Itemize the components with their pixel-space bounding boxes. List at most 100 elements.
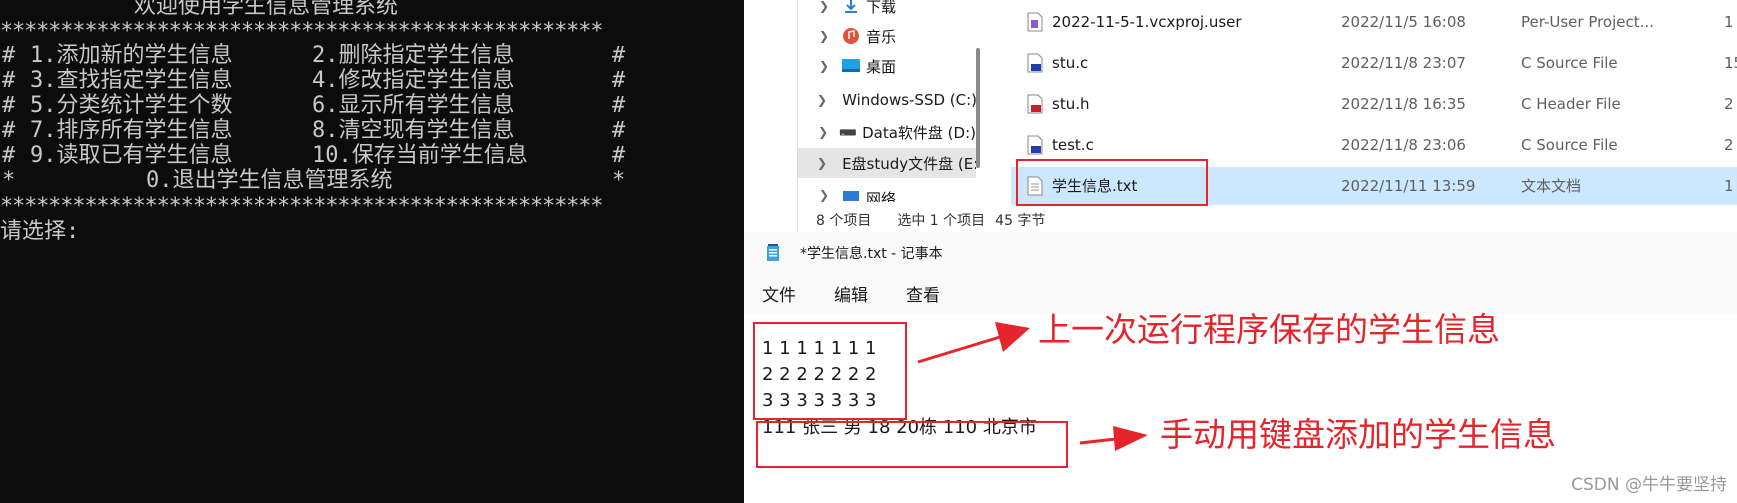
file-type: C Source File [1521, 54, 1618, 72]
status-selection: 选中 1 个项目 [897, 213, 986, 229]
status-bytes: 45 字节 [995, 213, 1046, 229]
console-border-top: ****************************************… [0, 19, 603, 44]
row-left-edge: # [2, 143, 16, 168]
nav-item-drive-e[interactable]: ❯ E盘study文件盘 (E:) [798, 148, 976, 178]
chevron-right-icon[interactable]: ❯ [817, 93, 827, 107]
file-date: 2022/11/5 16:08 [1341, 13, 1466, 31]
text-line: 1 1 1 1 1 1 1 [762, 338, 877, 359]
annotation-manual: 手动用键盘添加的学生信息 [1160, 415, 1556, 454]
menu-option-8: 8.清空现有学生信息 [312, 118, 515, 143]
menu-option-3: 3.查找指定学生信息 [30, 68, 233, 93]
menu-file[interactable]: 文件 [762, 281, 796, 306]
row-right-edge: # [612, 68, 626, 93]
nav-item-music[interactable]: ❯ 音乐 [798, 21, 976, 51]
status-item-count: 8 个项目 [816, 213, 872, 229]
menu-option-2: 2.删除指定学生信息 [312, 43, 515, 68]
console-window: 欢迎使用学生信息管理系统 ***************************… [0, 0, 744, 503]
file-size: 1 [1724, 177, 1734, 195]
nav-item-label: Windows-SSD (C:) [842, 91, 976, 109]
drive-icon [840, 129, 857, 136]
status-bar: 8 个项目 选中 1 个项目 45 字节 [798, 208, 1737, 232]
file-name: stu.c [1052, 54, 1089, 72]
row-right-edge: * [612, 168, 626, 193]
c-source-icon [1027, 135, 1043, 155]
watermark: CSDN @牛牛要坚持 [1571, 475, 1727, 495]
menu-option-9: 9.读取已有学生信息 [30, 143, 233, 168]
nav-item-label: 网络 [866, 190, 897, 202]
network-icon [843, 191, 859, 201]
chevron-right-icon[interactable]: ❯ [817, 125, 829, 139]
notepad-window: *学生信息.txt - 记事本 文件 编辑 查看 1 1 1 1 1 1 1 2… [744, 232, 1737, 503]
nav-item-drive-d[interactable]: ❯ Data软件盘 (D:) [798, 117, 976, 147]
menu-option-5: 5.分类统计学生个数 [30, 93, 233, 118]
nav-item-label: 下载 [866, 0, 897, 16]
notepad-title: *学生信息.txt - 记事本 [800, 246, 943, 262]
nav-item-downloads[interactable]: ❯ 下载 [798, 0, 976, 21]
row-left-edge: * [2, 168, 16, 193]
file-type: C Header File [1521, 95, 1621, 113]
file-date: 2022/11/8 23:06 [1341, 136, 1466, 154]
nav-item-label: Data软件盘 (D:) [862, 123, 976, 142]
file-size: 1 [1724, 13, 1734, 31]
notepad-icon [767, 244, 779, 261]
file-date: 2022/11/8 16:35 [1341, 95, 1466, 113]
text-file-icon [1027, 176, 1043, 196]
file-row[interactable]: test.c 2022/11/8 23:06 C Source File 2 [1011, 126, 1737, 164]
music-icon [843, 28, 859, 44]
console-prompt[interactable]: 请选择: [0, 220, 79, 244]
nav-item-network[interactable]: ❯ 网络 [798, 188, 976, 202]
file-row[interactable]: stu.c 2022/11/8 23:07 C Source File 15 [1011, 44, 1737, 82]
file-row-selected[interactable]: 学生信息.txt 2022/11/11 13:59 文本文档 1 [1011, 167, 1737, 205]
row-right-edge: # [612, 118, 626, 143]
text-line: 3 3 3 3 3 3 3 [762, 390, 877, 411]
menu-option-10: 10.保存当前学生信息 [312, 143, 528, 168]
nav-item-desktop[interactable]: ❯ 桌面 [798, 51, 976, 81]
nav-scrollbar[interactable] [976, 48, 980, 168]
download-icon [845, 0, 857, 13]
menu-option-0: 0.退出学生信息管理系统 [146, 168, 393, 193]
file-type: Per-User Project... [1521, 13, 1654, 31]
chevron-right-icon[interactable]: ❯ [817, 29, 831, 43]
row-right-edge: # [612, 143, 626, 168]
row-right-edge: # [612, 43, 626, 68]
menu-option-6: 6.显示所有学生信息 [312, 93, 515, 118]
file-size: 2 [1724, 136, 1734, 154]
file-name: test.c [1052, 136, 1094, 154]
desktop-icon [842, 59, 860, 72]
menu-option-4: 4.修改指定学生信息 [312, 68, 515, 93]
row-left-edge: # [2, 93, 16, 118]
notepad-titlebar: *学生信息.txt - 记事本 [744, 232, 1737, 274]
c-header-icon [1027, 94, 1043, 114]
file-type: C Source File [1521, 136, 1618, 154]
console-border-bottom: ****************************************… [0, 194, 603, 219]
chevron-right-icon[interactable]: ❯ [817, 156, 827, 170]
chevron-right-icon[interactable]: ❯ [817, 0, 831, 13]
file-name: 学生信息.txt [1052, 177, 1138, 195]
nav-item-label: E盘study文件盘 (E:) [842, 154, 976, 173]
row-left-edge: # [2, 68, 16, 93]
row-left-edge: # [2, 43, 16, 68]
text-line: 2 2 2 2 2 2 2 [762, 364, 877, 385]
text-line: 111 张三 男 18 20栋 110 北京市 [762, 417, 1037, 438]
file-name: stu.h [1052, 95, 1090, 113]
annotation-saved: 上一次运行程序保存的学生信息 [1038, 310, 1500, 349]
file-row[interactable]: stu.h 2022/11/8 16:35 C Header File 2 [1011, 85, 1737, 123]
row-right-edge: # [612, 93, 626, 118]
file-explorer-window: ❯ 下载 ❯ 音乐 ❯ 桌面 ❯ Windows-SSD (C:) ❯ Data… [797, 0, 1737, 232]
file-date: 2022/11/8 23:07 [1341, 54, 1466, 72]
nav-item-label: 桌面 [866, 57, 897, 76]
file-date: 2022/11/11 13:59 [1341, 177, 1476, 195]
file-size: 15 [1724, 54, 1737, 72]
file-size: 2 [1724, 95, 1734, 113]
user-file-icon [1027, 12, 1043, 32]
chevron-right-icon[interactable]: ❯ [817, 188, 831, 202]
c-source-icon [1027, 53, 1043, 73]
nav-item-drive-c[interactable]: ❯ Windows-SSD (C:) [798, 85, 976, 115]
chevron-right-icon[interactable]: ❯ [817, 59, 831, 73]
console-title: 欢迎使用学生信息管理系统 [134, 0, 399, 19]
menu-view[interactable]: 查看 [906, 281, 940, 306]
menu-edit[interactable]: 编辑 [834, 281, 868, 306]
file-type: 文本文档 [1521, 177, 1582, 195]
file-row[interactable]: 2022-11-5-1.vcxproj.user 2022/11/5 16:08… [1011, 3, 1737, 41]
file-name: 2022-11-5-1.vcxproj.user [1052, 13, 1242, 31]
